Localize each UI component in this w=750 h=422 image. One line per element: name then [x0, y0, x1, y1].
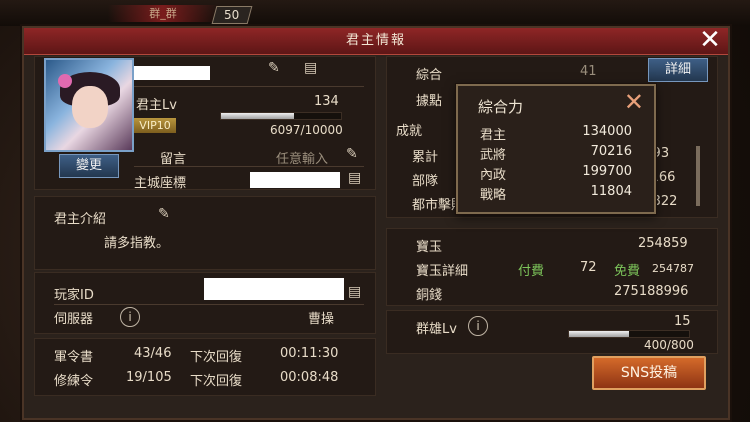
- server-label: 伺服器: [54, 312, 94, 327]
- change-avatar-button[interactable]: 變更: [59, 154, 119, 178]
- copy-id-icon[interactable]: ▤: [348, 284, 361, 300]
- window-title: 君主情報: [345, 33, 406, 48]
- lord-lv-label: 君主Lv: [136, 98, 177, 113]
- gem-detail-label: 寶玉詳細: [416, 264, 469, 279]
- message-label: 留言: [160, 152, 187, 167]
- castle-coord-redacted: [250, 172, 340, 188]
- free-value: 254787: [652, 262, 694, 275]
- gem-value: 254859: [638, 236, 688, 251]
- order-label-0: 軍令書: [54, 350, 94, 365]
- achievement-label: 成就: [396, 124, 423, 139]
- lord-lv-value: 134: [314, 94, 339, 109]
- total-power-label: 綜合: [416, 68, 443, 83]
- player-level-badge: 50: [211, 6, 253, 24]
- castle-coord-label: 主城座標: [134, 176, 187, 191]
- message-input[interactable]: 任意輸入: [276, 148, 328, 167]
- lord-exp-text: 6097/10000: [270, 123, 343, 137]
- edit-intro-icon[interactable]: ✎: [158, 206, 170, 222]
- lord-exp-bar: [220, 112, 342, 120]
- hero-exp-text: 400/800: [644, 338, 694, 352]
- popup-row-label: 戰略: [480, 188, 507, 203]
- paid-label: 付費: [518, 264, 545, 279]
- flower-icon: [58, 74, 72, 88]
- order-recover-label-1: 下次回復: [190, 374, 243, 389]
- paid-value: 72: [580, 260, 597, 275]
- popup-close-icon[interactable]: ✕: [624, 88, 644, 116]
- edit-message-icon[interactable]: ✎: [346, 146, 358, 162]
- title-bar: 君主情報 ✕: [24, 27, 728, 55]
- cumulative-label: 累計: [412, 150, 439, 165]
- popup-row-value: 70216: [590, 144, 632, 159]
- copper-value: 275188996: [614, 284, 689, 299]
- edit-name-icon[interactable]: ✎: [268, 60, 280, 76]
- order-time-1: 00:08:48: [280, 370, 339, 385]
- free-label: 免費: [614, 264, 641, 279]
- popup-row-value: 199700: [582, 164, 632, 179]
- copper-label: 銅錢: [416, 288, 443, 303]
- stats-scrollbar[interactable]: [696, 146, 700, 206]
- hero-lv-label: 群雄Lv: [416, 322, 457, 337]
- player-id-label: 玩家ID: [54, 288, 94, 303]
- intro-text: 請多指教。: [104, 236, 170, 251]
- stronghold-label: 據點: [416, 94, 443, 109]
- copy-coord-icon[interactable]: ▤: [348, 170, 361, 186]
- total-power-popup: 綜合力 ✕ 君主 134000 武將 70216 內政 199700 戰略 11…: [456, 84, 656, 214]
- hero-info-icon[interactable]: i: [468, 316, 488, 336]
- order-value-0: 43/46: [134, 346, 172, 361]
- lord-info-window: 君主情報 ✕ ✎ ▤ 君主Lv 134 VIP10 6097/10000 變更 …: [22, 26, 730, 420]
- order-label-1: 修練令: [54, 374, 94, 389]
- server-info-icon[interactable]: i: [120, 307, 140, 327]
- copy-icon[interactable]: ▤: [304, 60, 317, 76]
- sns-post-button[interactable]: SNS投稿: [592, 356, 706, 390]
- player-id-redacted: [204, 278, 344, 300]
- unit-label: 部隊: [412, 174, 439, 189]
- lord-avatar: [44, 58, 134, 152]
- intro-label: 君主介紹: [54, 212, 107, 227]
- order-value-1: 19/105: [126, 370, 172, 385]
- player-name: 群_群: [108, 5, 218, 22]
- popup-row-label: 武將: [480, 148, 507, 163]
- close-button[interactable]: ✕: [698, 27, 722, 53]
- total-power-value: 41: [580, 64, 597, 79]
- popup-title: 綜合力: [478, 98, 524, 116]
- lord-name-redacted: [134, 66, 210, 80]
- popup-row-label: 君主: [480, 128, 507, 143]
- order-time-0: 00:11:30: [280, 346, 339, 361]
- popup-row-value: 134000: [582, 124, 632, 139]
- hero-exp-bar: [568, 330, 690, 338]
- order-recover-label-0: 下次回復: [190, 350, 243, 365]
- top-bar: 群_群 50: [0, 0, 750, 26]
- server-value: 曹操: [308, 312, 335, 327]
- popup-row-label: 內政: [480, 168, 507, 183]
- detail-button[interactable]: 詳細: [648, 58, 708, 82]
- popup-row-value: 11804: [590, 184, 632, 199]
- hero-lv-value: 15: [674, 314, 691, 329]
- vip-badge: VIP10: [134, 118, 176, 133]
- gem-label: 寶玉: [416, 240, 443, 255]
